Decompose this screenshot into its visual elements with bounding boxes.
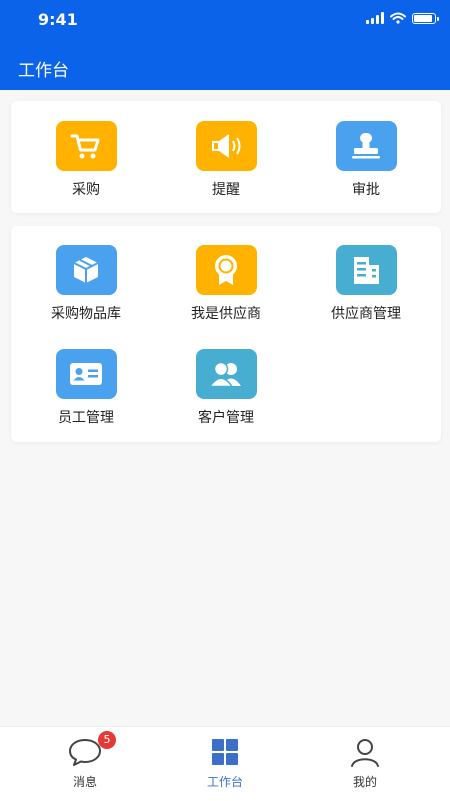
tab-label: 我的: [352, 775, 377, 789]
tab-messages[interactable]: 5 消息: [10, 731, 160, 790]
action-label: 提醒: [212, 182, 240, 198]
module-label: 员工管理: [58, 410, 114, 426]
module-label: 采购物品库: [51, 306, 121, 322]
tab-label: 消息: [72, 775, 97, 789]
users-icon: [195, 349, 257, 399]
grid-icon: [212, 739, 238, 765]
building-icon: [335, 245, 397, 295]
action-label: 采购: [72, 182, 100, 198]
module-employee-management[interactable]: 员工管理: [16, 349, 156, 427]
stamp-icon: [335, 121, 397, 171]
tab-label: 工作台: [206, 775, 243, 789]
app-header: 9:41 工作台: [0, 0, 450, 90]
quick-actions-card: 采购 提醒 审批: [11, 101, 441, 213]
award-ribbon-icon: [195, 245, 257, 295]
module-label: 供应商管理: [331, 306, 401, 322]
module-label: 我是供应商: [191, 306, 261, 322]
action-reminder[interactable]: 提醒: [156, 121, 296, 199]
cellular-signal-icon: [366, 12, 384, 24]
box-icon: [55, 245, 117, 295]
status-icons: [366, 12, 439, 24]
module-purchase-catalog[interactable]: 采购物品库: [16, 245, 156, 323]
action-approval[interactable]: 审批: [296, 121, 436, 199]
module-customer-management[interactable]: 客户管理: [156, 349, 296, 427]
battery-icon: [412, 12, 439, 24]
chat-bubble-icon: [69, 739, 101, 766]
module-i-am-supplier[interactable]: 我是供应商: [156, 245, 296, 323]
page-title: 工作台: [18, 61, 69, 81]
status-time: 9:41: [38, 10, 78, 29]
tab-profile[interactable]: 我的: [290, 735, 440, 790]
action-purchase[interactable]: 采购: [16, 121, 156, 199]
shopping-cart-icon: [55, 121, 117, 171]
module-supplier-management[interactable]: 供应商管理: [296, 245, 436, 323]
id-card-icon: [55, 349, 117, 399]
bottom-tab-bar: 5 消息 工作台 我的: [0, 726, 450, 801]
person-icon: [351, 739, 379, 767]
tab-workbench[interactable]: 工作台: [150, 735, 300, 790]
unread-badge: 5: [98, 731, 116, 749]
speaker-icon: [195, 121, 257, 171]
module-label: 客户管理: [198, 410, 254, 426]
wifi-icon: [390, 12, 406, 24]
action-label: 审批: [352, 182, 380, 198]
modules-card: 采购物品库 我是供应商 供应商管理 员工管理 客户管理: [11, 226, 441, 442]
